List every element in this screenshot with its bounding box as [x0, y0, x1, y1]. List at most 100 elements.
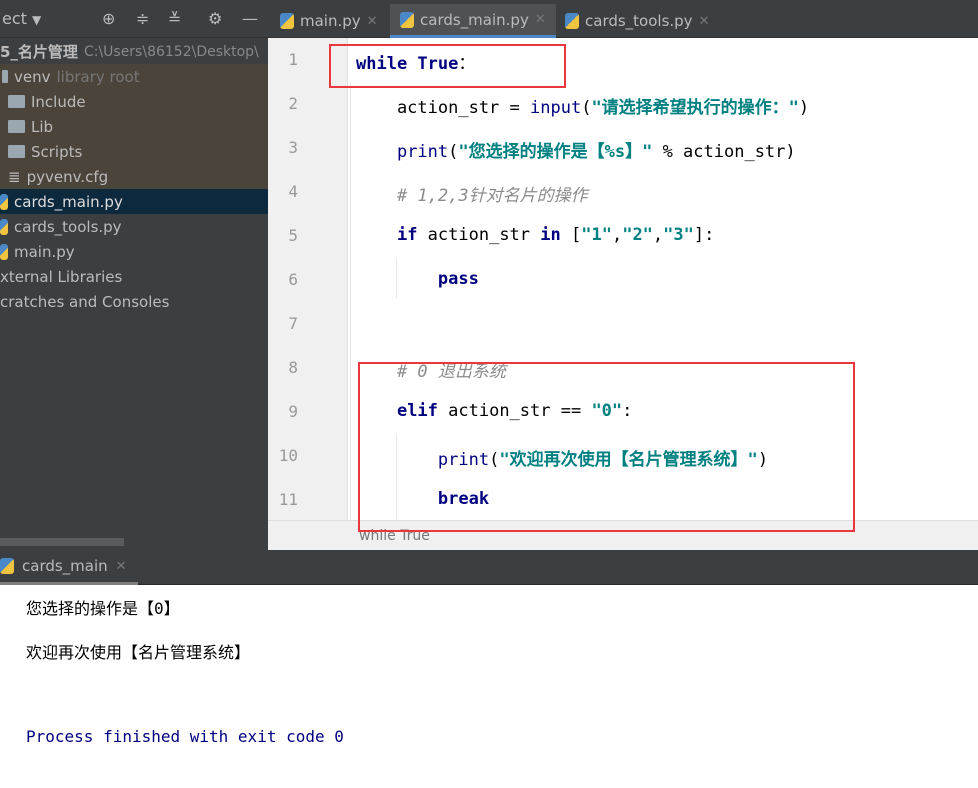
- tree-item-label: cratches and Consoles: [0, 292, 170, 311]
- tree-item-label: pyvenv.cfg: [26, 167, 109, 186]
- tree-item[interactable]: venv library root: [0, 64, 268, 89]
- code-token: if: [396, 225, 418, 245]
- code-token: # 1,2,3针对名片的操作: [356, 186, 588, 206]
- console-output[interactable]: 您选择的操作是【0】欢迎再次使用【名片管理系统】 Process finished…: [8, 585, 978, 788]
- line-number: 8: [288, 358, 298, 377]
- code-token: ): [798, 98, 810, 118]
- tree-item[interactable]: xternal Libraries: [0, 264, 268, 289]
- folder-icon: [2, 70, 8, 83]
- tree-item-hint: library root: [56, 67, 140, 86]
- highlight-box: [358, 362, 855, 532]
- code-token: in: [540, 225, 561, 245]
- code-token: "1": [581, 225, 612, 245]
- folder-icon: [8, 95, 25, 108]
- folder-icon: [8, 120, 25, 133]
- minimize-icon[interactable]: —: [242, 9, 258, 28]
- tab-main-py[interactable]: main.py ✕: [270, 4, 388, 38]
- chevron-down-icon[interactable]: ▼: [32, 13, 41, 27]
- python-icon: [0, 558, 14, 574]
- tab-cards_tools-py[interactable]: cards_tools.py ✕: [555, 4, 719, 38]
- code-token: print: [396, 142, 449, 162]
- code-token: (: [448, 142, 459, 162]
- tree-item[interactable]: Include: [0, 89, 268, 114]
- console-line: Process finished with exit code 0: [26, 727, 344, 746]
- code-token: "请选择希望执行的操作：": [591, 98, 799, 118]
- root-path: C:\Users\86152\Desktop\: [83, 43, 259, 60]
- tab-cards_main-py[interactable]: cards_main.py ✕: [390, 4, 556, 38]
- python-file-icon: [0, 218, 8, 235]
- line-number: 11: [278, 490, 298, 509]
- code-token: action_str =: [356, 98, 530, 118]
- console-line: 您选择的操作是【0】: [26, 599, 180, 618]
- tab-label: cards_tools.py: [585, 12, 693, 30]
- code-token: ,: [652, 225, 664, 245]
- code-token: ,: [611, 225, 623, 245]
- config-file-icon: ≣: [8, 167, 21, 186]
- python-file-icon: [0, 243, 8, 260]
- line-number: 7: [288, 314, 298, 333]
- run-toolbar: cards_main ✕: [0, 550, 978, 585]
- line-number: 6: [288, 270, 298, 289]
- tree-item-label: Include: [31, 92, 86, 111]
- tree-item[interactable]: cratches and Consoles: [0, 289, 268, 314]
- code-token: "2": [622, 225, 653, 245]
- expand-all-icon[interactable]: ≑: [136, 9, 149, 28]
- code-line: # 1,2,3针对名片的操作: [356, 181, 588, 206]
- toolbar: ect ▼ ⊕ ≑ ≚ ⚙ — main.py ✕ cards_main.py ✕ ca…: [0, 0, 978, 38]
- tree-item[interactable]: Lib: [0, 114, 268, 139]
- python-file-icon: [565, 13, 579, 29]
- code-token: (: [581, 98, 592, 118]
- code-line: if action_str in ["1","2","3"]:: [356, 225, 714, 245]
- tree-item-label: cards_tools.py: [14, 217, 122, 236]
- line-number: 4: [288, 182, 298, 201]
- horizontal-scrollbar[interactable]: [0, 538, 124, 546]
- line-number: 1: [288, 50, 298, 69]
- tree-item-label: main.py: [14, 242, 75, 261]
- tab-label: cards_main.py: [420, 10, 529, 29]
- code-token: action_str: [417, 225, 541, 245]
- code-token: input: [530, 98, 582, 118]
- close-icon[interactable]: ✕: [699, 14, 710, 29]
- code-token: "3": [663, 225, 694, 245]
- tree-item[interactable]: Scripts: [0, 139, 268, 164]
- project-view-label[interactable]: ect: [2, 9, 27, 28]
- line-number: 9: [288, 402, 298, 421]
- gear-icon[interactable]: ⚙: [208, 9, 222, 28]
- run-tab[interactable]: cards_main ✕: [0, 550, 138, 585]
- project-panel: 5_名片管理 C:\Users\86152\Desktop\ venv librar…: [0, 38, 268, 550]
- line-number: 2: [288, 94, 298, 113]
- code-token: ]:: [693, 225, 715, 245]
- root-name: 5_名片管理: [0, 43, 78, 61]
- close-icon[interactable]: ✕: [367, 14, 378, 29]
- code-token: [: [560, 225, 582, 245]
- code-line: action_str = input("请选择希望执行的操作："): [356, 93, 809, 118]
- tree-item[interactable]: cards_tools.py: [0, 214, 268, 239]
- python-file-icon: [0, 193, 8, 210]
- line-number: 3: [288, 138, 298, 157]
- python-file-icon: [280, 13, 294, 29]
- code-line: print("您选择的操作是【%s】" % action_str): [356, 137, 796, 162]
- tree-item-label: xternal Libraries: [0, 267, 123, 286]
- tree-item[interactable]: ≣ pyvenv.cfg: [0, 164, 268, 189]
- console-line: 欢迎再次使用【名片管理系统】: [26, 643, 251, 662]
- line-number: 10: [278, 446, 298, 465]
- collapse-all-icon[interactable]: ≚: [168, 9, 181, 28]
- tree-item[interactable]: cards_main.py: [0, 189, 268, 214]
- run-tab-label: cards_main: [22, 557, 108, 575]
- code-token: pass: [437, 269, 479, 289]
- gutter: 1 2 3 4 5 6 7 8 9 10 11: [268, 38, 348, 520]
- project-root[interactable]: 5_名片管理 C:\Users\86152\Desktop\: [0, 39, 268, 64]
- close-icon[interactable]: ✕: [116, 559, 127, 574]
- tree-item-label: Lib: [31, 117, 54, 136]
- close-icon[interactable]: ✕: [535, 12, 546, 27]
- highlight-box: [329, 44, 566, 88]
- code-token: % action_str): [652, 142, 796, 162]
- python-file-icon: [400, 11, 414, 28]
- tree-item-label: Scripts: [31, 142, 83, 161]
- tree-item-label: venv: [14, 67, 51, 86]
- tree-item[interactable]: main.py: [0, 239, 268, 264]
- locate-icon[interactable]: ⊕: [102, 9, 115, 28]
